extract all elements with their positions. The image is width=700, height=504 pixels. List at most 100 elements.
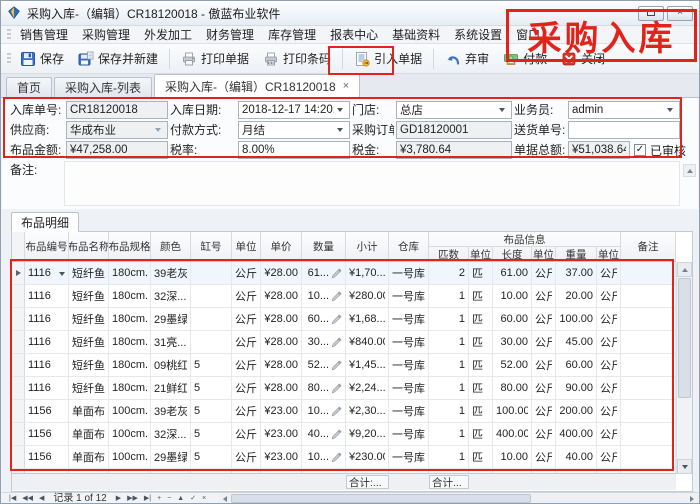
cell-subtotal[interactable]: ¥2,24...: [346, 377, 389, 399]
cell-code[interactable]: 1116: [25, 308, 69, 330]
cell-qty[interactable]: 30...: [302, 331, 346, 353]
cell-qty[interactable]: 10...: [302, 446, 346, 468]
cell-dyelot[interactable]: 5: [191, 377, 232, 399]
cell-spec[interactable]: 180cm...: [109, 331, 151, 353]
cell-price[interactable]: ¥28.00: [261, 285, 302, 307]
cell-weight_unit[interactable]: 公斤: [597, 446, 621, 468]
cell-weight_unit[interactable]: 公斤: [597, 308, 621, 330]
remarks-scroll-up-icon[interactable]: [683, 164, 696, 177]
table-row[interactable]: 1116短纤鱼...180cm...09桃红5公斤¥28.0052...¥1,4…: [12, 354, 676, 377]
column-header-weight[interactable]: 重量: [556, 247, 597, 262]
cell-weight[interactable]: 200.00: [556, 400, 597, 422]
menu-settings[interactable]: 系统设置: [447, 26, 509, 43]
cell-name[interactable]: 单面布: [69, 423, 109, 445]
cell-spec[interactable]: 100cm...: [109, 400, 151, 422]
cell-length[interactable]: 10.00: [493, 446, 532, 468]
cell-pieces[interactable]: 1: [429, 400, 469, 422]
cell-spec[interactable]: 100cm...: [109, 446, 151, 468]
import-document-button[interactable]: 引入单据: [347, 47, 429, 70]
column-header-subtotal[interactable]: 小计: [346, 232, 389, 261]
cell-pieces[interactable]: 1: [429, 331, 469, 353]
table-row[interactable]: 1116短纤鱼...180cm...29墨绿公斤¥28.0060...¥1,68…: [12, 308, 676, 331]
cell-spec[interactable]: 180cm...: [109, 285, 151, 307]
cell-code[interactable]: 1156: [25, 446, 69, 468]
cell-qty[interactable]: 10...: [302, 400, 346, 422]
pencil-edit-icon[interactable]: [331, 314, 342, 325]
cell-pieces_unit[interactable]: 匹: [469, 423, 493, 445]
scroll-left-icon[interactable]: [219, 493, 231, 504]
cell-name[interactable]: 短纤鱼...: [69, 354, 109, 376]
cell-code[interactable]: 1156: [25, 423, 69, 445]
scrollbar-thumb[interactable]: [678, 278, 691, 398]
row-indicator[interactable]: [12, 331, 25, 353]
nav-post-button[interactable]: ✓: [187, 493, 199, 504]
cell-length[interactable]: 100.00: [493, 400, 532, 422]
scroll-down-icon[interactable]: [677, 459, 692, 474]
cell-length_unit[interactable]: 公斤: [532, 308, 556, 330]
cell-warehouse[interactable]: 一号库: [389, 331, 429, 353]
table-row[interactable]: 1156单面布100cm...32深...5公斤¥23.0040...¥9,20…: [12, 423, 676, 446]
cell-subtotal[interactable]: ¥2,30...: [346, 400, 389, 422]
print-barcode-button[interactable]: 打印条码: [256, 47, 338, 70]
cell-subtotal[interactable]: ¥1,70...: [346, 262, 389, 284]
cell-pieces_unit[interactable]: 匹: [469, 400, 493, 422]
cell-remark[interactable]: [621, 262, 676, 284]
menu-outsourcing[interactable]: 外发加工: [137, 26, 199, 43]
cell-name[interactable]: 短纤鱼...: [69, 262, 109, 284]
cell-pieces[interactable]: 1: [429, 354, 469, 376]
column-header-price[interactable]: 单价: [261, 232, 302, 261]
cell-code[interactable]: 1116: [25, 285, 69, 307]
cell-pieces_unit[interactable]: 匹: [469, 308, 493, 330]
cell-warehouse[interactable]: 一号库: [389, 262, 429, 284]
cell-color[interactable]: 29墨绿: [151, 446, 191, 468]
cell-unit[interactable]: 公斤: [232, 308, 261, 330]
pencil-edit-icon[interactable]: [331, 337, 342, 348]
vertical-scrollbar[interactable]: [676, 262, 692, 474]
cell-pieces_unit[interactable]: 匹: [469, 285, 493, 307]
column-header-length_unit[interactable]: 单位: [532, 247, 556, 262]
cell-weight_unit[interactable]: 公斤: [597, 377, 621, 399]
cell-color[interactable]: 09桃红: [151, 354, 191, 376]
cell-spec[interactable]: 180cm...: [109, 377, 151, 399]
cell-weight[interactable]: 400.00: [556, 423, 597, 445]
close-window-button[interactable]: ×: [667, 6, 693, 21]
cell-remark[interactable]: [621, 400, 676, 422]
cell-weight_unit[interactable]: 公斤: [597, 262, 621, 284]
cell-name[interactable]: 短纤鱼...: [69, 308, 109, 330]
table-row[interactable]: 1116短纤鱼...180cm...21鲜红5公斤¥28.0080...¥2,2…: [12, 377, 676, 400]
cell-remark[interactable]: [621, 423, 676, 445]
cell-length[interactable]: 30.00: [493, 331, 532, 353]
cell-price[interactable]: ¥23.00: [261, 446, 302, 468]
column-header-weight_unit[interactable]: 单位: [597, 247, 621, 262]
cell-pieces_unit[interactable]: 匹: [469, 331, 493, 353]
column-header-pieces[interactable]: 匹数: [429, 247, 469, 262]
chevron-down-icon[interactable]: [664, 102, 676, 118]
cell-name[interactable]: 单面布: [69, 400, 109, 422]
nav-next-page-button[interactable]: ▶▶: [124, 493, 141, 504]
scroll-up-icon[interactable]: [677, 262, 692, 277]
menu-inventory[interactable]: 库存管理: [261, 26, 323, 43]
tax-rate-field[interactable]: 8.00%: [238, 141, 350, 159]
store-field[interactable]: 总店: [396, 101, 512, 119]
cell-length_unit[interactable]: 公斤: [532, 400, 556, 422]
cell-pieces[interactable]: 1: [429, 423, 469, 445]
cell-length_unit[interactable]: 公斤: [532, 262, 556, 284]
cell-price[interactable]: ¥23.00: [261, 423, 302, 445]
cell-code[interactable]: 1116: [25, 377, 69, 399]
cell-length_unit[interactable]: 公斤: [532, 446, 556, 468]
row-indicator[interactable]: [12, 446, 25, 468]
pencil-edit-icon[interactable]: [331, 383, 342, 394]
cell-pieces[interactable]: 2: [429, 262, 469, 284]
cell-spec[interactable]: 180cm...: [109, 262, 151, 284]
tab-fabric-detail[interactable]: 布品明细: [11, 212, 79, 232]
pencil-edit-icon[interactable]: [331, 360, 342, 371]
menu-window[interactable]: 窗口: [509, 26, 547, 43]
nav-append-button[interactable]: +: [154, 493, 164, 504]
cell-length[interactable]: 400.00: [493, 423, 532, 445]
cell-warehouse[interactable]: 一号库: [389, 285, 429, 307]
cell-color[interactable]: 39老灰: [151, 400, 191, 422]
cell-qty[interactable]: 80...: [302, 377, 346, 399]
cell-unit[interactable]: 公斤: [232, 423, 261, 445]
save-and-new-button[interactable]: 保存并新建: [71, 47, 165, 70]
cell-color[interactable]: 32深...: [151, 423, 191, 445]
